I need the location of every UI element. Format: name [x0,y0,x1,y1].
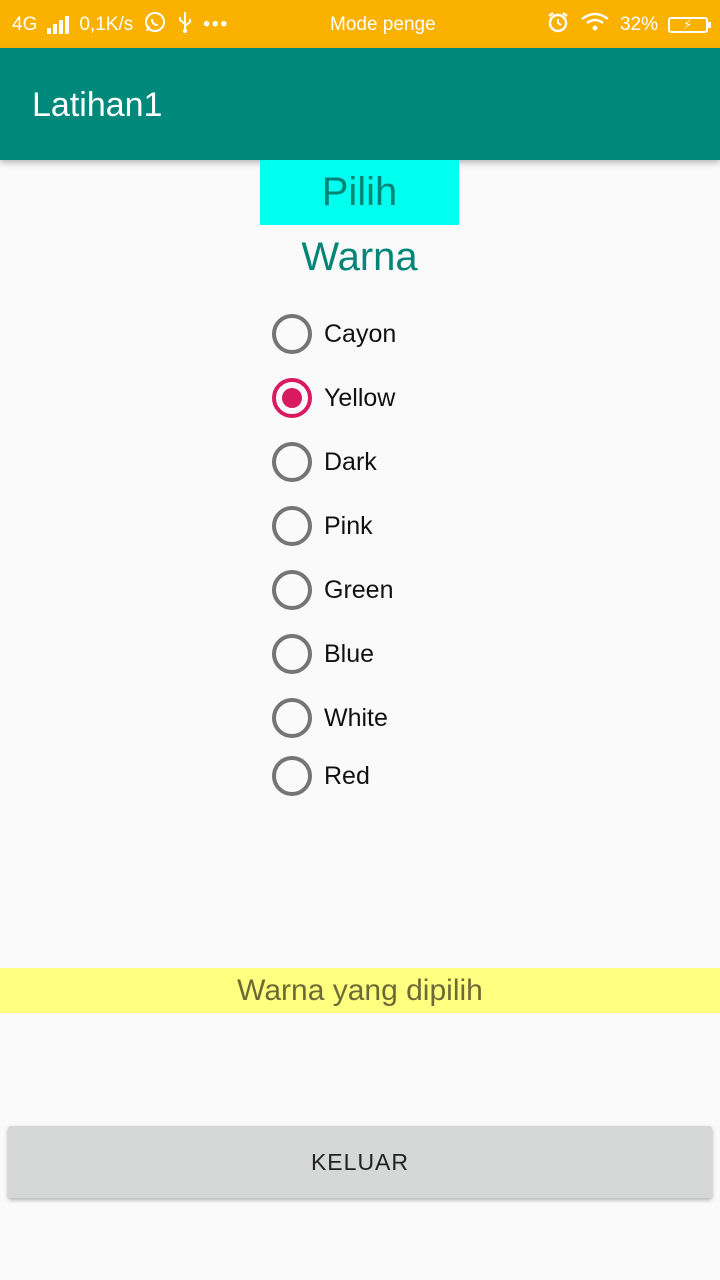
network-speed: 0,1K/s [79,14,134,35]
radio-option-yellow[interactable]: Yellow [272,376,472,420]
radio-option-white[interactable]: White [272,696,472,740]
radio-label: Yellow [324,383,396,412]
radio-label: Blue [324,639,375,668]
radio-label: Dark [324,447,377,476]
radio-label: Pink [324,511,373,540]
usb-icon [177,10,193,40]
radio-option-cayon[interactable]: Cayon [272,312,472,356]
radio-label: Green [324,575,394,604]
radio-option-red[interactable]: Red [272,754,472,798]
radio-button-icon[interactable] [272,314,312,354]
app-title: Latihan1 [32,86,163,124]
battery-icon: ⚡ [668,17,711,33]
network-type: 4G [12,14,38,35]
app-bar: Latihan1 [0,48,720,160]
battery-percent: 32% [619,14,658,35]
radio-button-checked-icon[interactable] [272,378,312,418]
radio-option-pink[interactable]: Pink [272,504,472,548]
radio-button-icon[interactable] [272,634,312,674]
wifi-icon [580,11,610,39]
radio-label: White [324,703,388,732]
radio-button-icon[interactable] [272,570,312,610]
radio-button-icon[interactable] [272,698,312,738]
more-notifications-icon: ••• [203,14,230,35]
whatsapp-icon [143,10,167,40]
signal-icon [47,16,70,34]
status-bar-right: 32% ⚡ [546,10,711,40]
radio-button-icon[interactable] [272,506,312,546]
radio-option-dark[interactable]: Dark [272,440,472,484]
status-bar-left: 4G 0,1K/s ••• [12,12,229,38]
radio-option-blue[interactable]: Blue [272,632,472,676]
radio-label: Cayon [324,319,397,348]
notification-ticker: Mode penge [330,14,436,35]
selected-color-result: Warna yang dipilih [0,968,720,1013]
alarm-icon [546,10,570,40]
radio-label: Red [324,761,370,790]
exit-button[interactable]: KELUAR [8,1126,712,1198]
page-heading: Pilih Warna [260,160,459,279]
radio-option-green[interactable]: Green [272,568,472,612]
status-bar: 4G 0,1K/s ••• Mode penge 32% ⚡ [0,0,720,48]
radio-button-icon[interactable] [272,756,312,796]
radio-button-icon[interactable] [272,442,312,482]
